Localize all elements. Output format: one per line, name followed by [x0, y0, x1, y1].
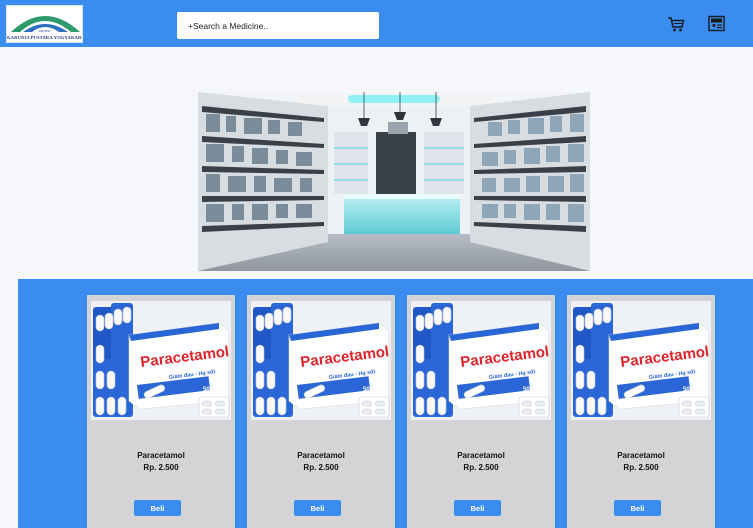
product-card: Paracetamol Rp. 2.500 Beli	[247, 295, 395, 528]
product-price: Rp. 2.500	[463, 463, 499, 472]
buy-button[interactable]: Beli	[454, 500, 501, 516]
product-name: Paracetamol	[457, 451, 505, 460]
product-price: Rp. 2.500	[143, 463, 179, 472]
product-card: Paracetamol Rp. 2.500 Beli	[567, 295, 715, 528]
logo-subtext: APOTEK	[38, 29, 51, 33]
paracetamol-product-image	[571, 301, 711, 420]
buy-button[interactable]: Beli	[134, 500, 181, 516]
product-card: Paracetamol Rp. 2.500 Beli	[87, 295, 235, 528]
product-section: Paracetamol Rp. 2.500 Beli Paracetamol R…	[18, 279, 753, 528]
paracetamol-product-image	[411, 301, 551, 420]
top-navbar: APOTEK KARUNIA PUSTAKA YOGYAKARTA	[0, 0, 753, 47]
profile-card-icon[interactable]	[708, 15, 725, 32]
paracetamol-product-image	[251, 301, 391, 420]
hero-pharmacy-image	[198, 92, 590, 271]
buy-button[interactable]: Beli	[614, 500, 661, 516]
cart-icon[interactable]	[667, 15, 685, 33]
product-card: Paracetamol Rp. 2.500 Beli	[407, 295, 555, 528]
product-name: Paracetamol	[297, 451, 345, 460]
product-price: Rp. 2.500	[303, 463, 339, 472]
buy-button[interactable]: Beli	[294, 500, 341, 516]
brand-logo[interactable]: APOTEK KARUNIA PUSTAKA YOGYAKARTA	[6, 5, 83, 43]
paracetamol-product-image	[91, 301, 231, 420]
logo-text: KARUNIA PUSTAKA YOGYAKARTA	[7, 35, 83, 40]
product-name: Paracetamol	[617, 451, 665, 460]
product-price: Rp. 2.500	[623, 463, 659, 472]
search-input[interactable]	[177, 12, 379, 39]
product-name: Paracetamol	[137, 451, 185, 460]
